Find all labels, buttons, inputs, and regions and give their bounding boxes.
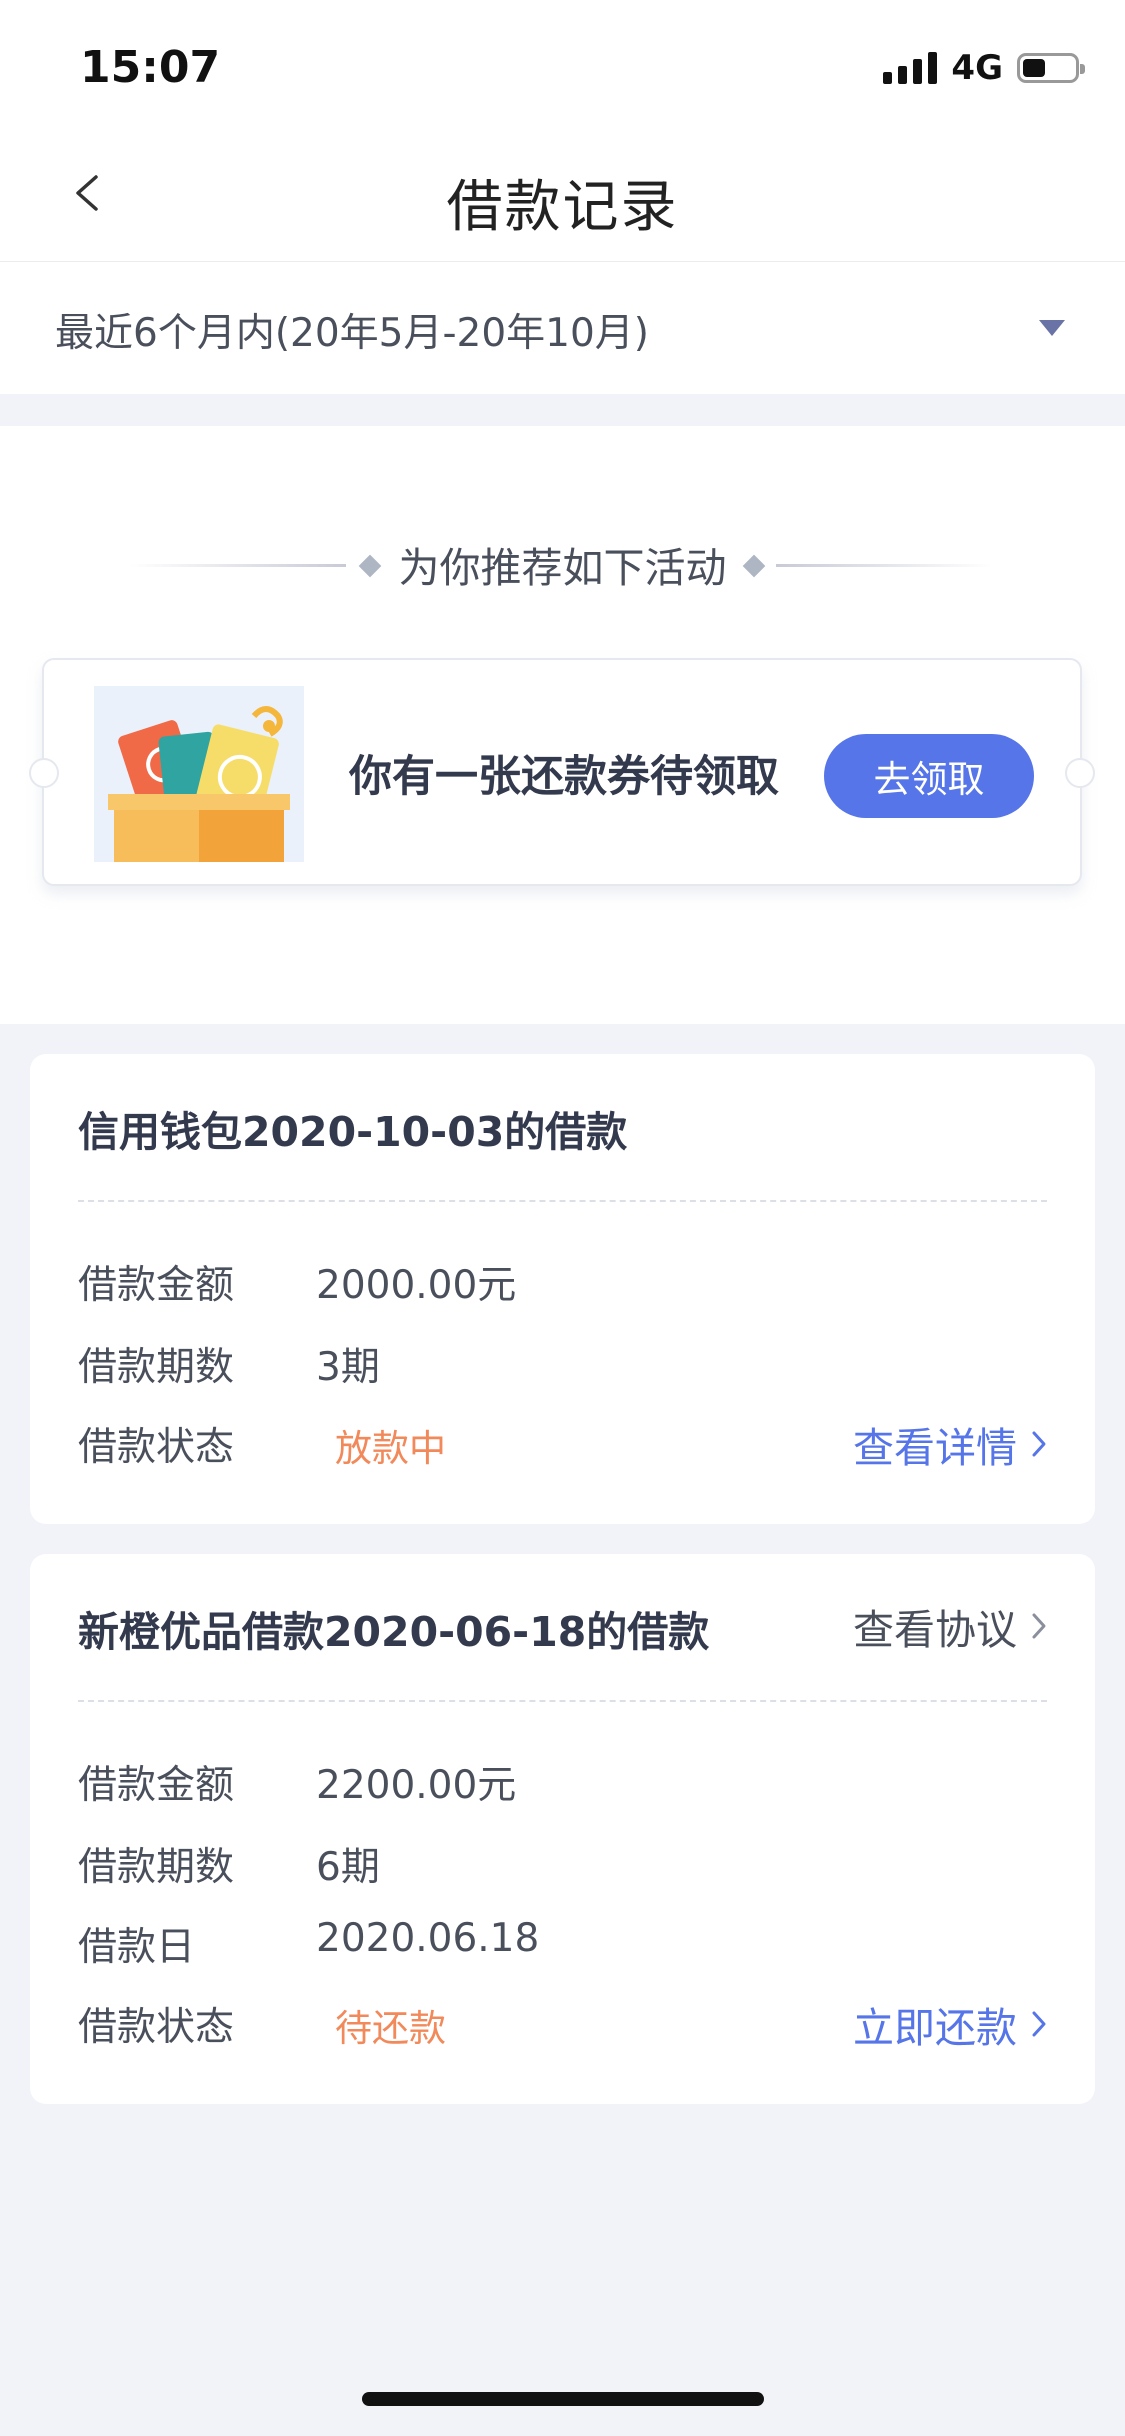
home-indicator[interactable] [362,2392,764,2406]
triangle-down-icon [1039,320,1065,336]
repay-now-label: 立即还款 [853,2004,1017,2052]
status-label: 借款状态 [78,2005,235,2050]
loan-date-label: 借款日 [78,1925,196,1970]
amount-value: 2200.00元 [316,1763,517,1808]
loan-card[interactable]: 新橙优品借款2020-06-18的借款 查看协议 借款金额 2200.00元 借… [30,1554,1095,2104]
signal-icon [883,52,938,84]
gift-box-coupon-icon [94,686,304,862]
terms-value: 6期 [316,1845,380,1890]
dashed-divider [78,1700,1047,1702]
nav-bar: 借款记录 [0,130,1125,262]
chevron-right-icon [1032,2011,1046,2037]
loan-title: 新橙优品借款2020-06-18的借款 [78,1608,710,1656]
loan-title: 信用钱包2020-10-03的借款 [78,1108,628,1156]
repay-now-link[interactable]: 立即还款 [853,1994,1047,2054]
terms-label: 借款期数 [78,1845,235,1890]
amount-label: 借款金额 [78,1763,235,1808]
ticket-notch-right [1065,758,1095,788]
status-indicators: 4G [883,48,1085,88]
status-value: 待还款 [335,2007,446,2050]
status-label: 借款状态 [78,1425,235,1470]
chevron-right-icon [1032,1431,1046,1457]
coupon-card[interactable]: 你有一张还款券待领取 去领取 [29,658,1095,886]
ticket-notch-left [29,758,59,788]
terms-label: 借款期数 [78,1345,235,1390]
battery-icon [1017,53,1085,83]
amount-label: 借款金额 [78,1263,235,1308]
view-agreement-label: 查看协议 [853,1606,1017,1654]
network-type: 4G [951,48,1003,88]
dashed-divider [78,1200,1047,1202]
page-title: 借款记录 [446,175,679,240]
terms-value: 3期 [316,1345,380,1390]
loan-date-value: 2020.06.18 [316,1916,540,1961]
status-value: 放款中 [335,1427,446,1470]
divider-line-right [776,564,992,567]
chevron-right-icon [1032,1613,1046,1639]
status-time: 15:07 [80,42,221,93]
date-range-label: 最近6个月内(20年5月-20年10月) [55,311,650,356]
amount-value: 2000.00元 [316,1263,517,1308]
view-details-label: 查看详情 [853,1424,1017,1472]
claim-coupon-button[interactable]: 去领取 [824,734,1034,818]
loan-card[interactable]: 信用钱包2020-10-03的借款 借款金额 2000.00元 借款期数 3期 … [30,1054,1095,1524]
view-details-link[interactable]: 查看详情 [853,1414,1047,1474]
coupon-message: 你有一张还款券待领取 [349,752,779,802]
promo-section: 为你推荐如下活动 你有一张还款券待领取 去领取 [0,426,1125,1024]
view-agreement-link[interactable]: 查看协议 [853,1596,1047,1656]
date-range-filter[interactable]: 最近6个月内(20年5月-20年10月) [0,262,1125,394]
status-bar: 15:07 4G [0,0,1125,130]
